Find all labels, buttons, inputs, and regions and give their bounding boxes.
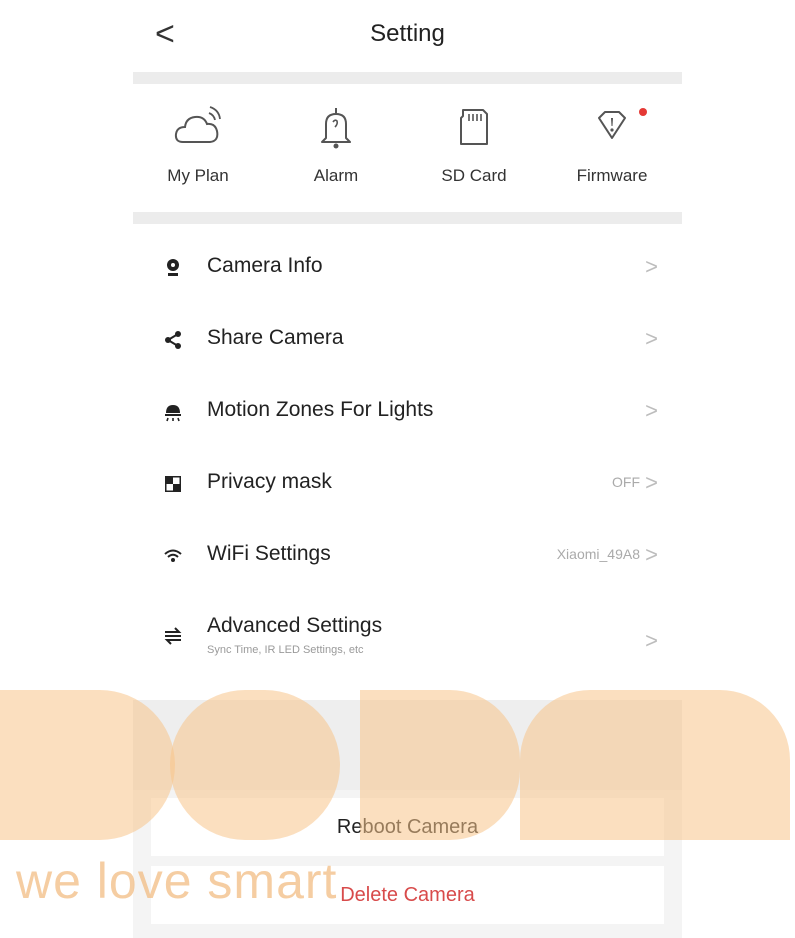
sd-card-icon [460,109,488,145]
chevron-right-icon: > [645,628,658,653]
delete-camera-button[interactable]: Delete Camera [151,866,664,924]
divider [133,72,682,84]
firmware-icon [598,111,626,139]
divider [133,212,682,224]
camera-icon [167,259,179,276]
chevron-right-icon: > [645,326,658,351]
row-wifi-settings[interactable]: WiFi Settings Xiaomi_49A8 > [133,520,682,592]
row-motion-zones[interactable]: Motion Zones For Lights > [133,376,682,448]
quick-action-sd-card[interactable]: SD Card [409,104,539,186]
row-label: Advanced Settings [207,614,383,637]
row-label: Motion Zones For Lights [207,398,434,421]
quick-action-firmware[interactable]: Firmware [547,104,677,186]
quick-action-label: My Plan [167,166,229,185]
chevron-right-icon: > [645,542,658,567]
row-label: WiFi Settings [207,542,331,565]
privacy-mask-icon [165,476,181,492]
row-advanced-settings[interactable]: Advanced Settings Sync Time, IR LED Sett… [133,602,682,688]
wifi-network-name: Xiaomi_49A8 [556,546,640,562]
row-label: Privacy mask [207,470,332,493]
settings-list: Camera Info > Share Camera > Motion Zone… [133,224,682,700]
update-badge [639,108,647,116]
wifi-icon [164,549,182,562]
row-label: Camera Info [207,254,323,277]
quick-actions: My Plan Alarm SD Card Firmware [133,84,682,212]
chevron-right-icon: > [645,254,658,279]
reboot-camera-button[interactable]: Reboot Camera [151,798,664,856]
row-share-camera[interactable]: Share Camera > [133,304,682,376]
motion-zone-icon [165,405,181,422]
row-camera-info[interactable]: Camera Info > [133,232,682,304]
chevron-right-icon: > [645,398,658,423]
page-title: Setting [370,20,445,47]
quick-action-label: Firmware [576,166,648,185]
quick-action-label: Alarm [313,166,359,185]
privacy-mask-status: OFF [612,474,640,490]
row-privacy-mask[interactable]: Privacy mask OFF > [133,448,682,520]
row-label: Share Camera [207,326,344,349]
share-icon [165,331,181,349]
settings-screen: < Setting My Plan Alarm SD Card Firmware… [133,0,682,938]
cloud-icon [174,106,221,143]
header: < Setting [133,0,682,72]
advanced-settings-icon [164,627,182,645]
row-sublabel: Sync Time, IR LED Settings, etc [207,644,364,656]
quick-action-my-plan[interactable]: My Plan [133,104,263,186]
chevron-right-icon: > [645,470,658,495]
section-gap [133,700,682,790]
bell-icon [321,108,351,149]
quick-action-alarm[interactable]: Alarm [271,104,401,186]
quick-action-label: SD Card [441,166,507,185]
